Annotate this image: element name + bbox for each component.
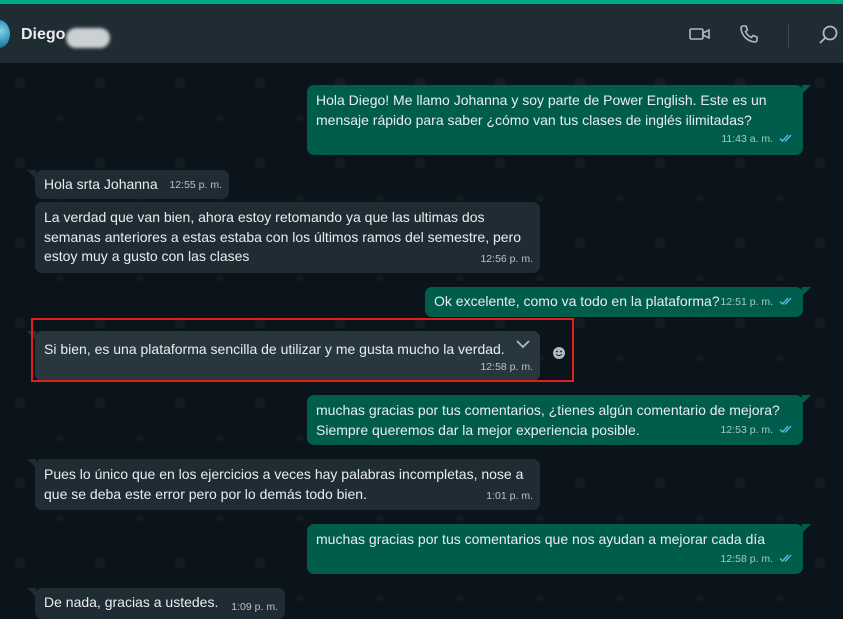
message-text: Hola Diego! Me llamo Johanna y soy parte… [316,92,767,128]
message-incoming[interactable]: Hola srta Johanna 12:55 p. m. [27,170,229,199]
message-text: muchas gracias por tus comentarios que n… [316,531,766,547]
react-emoji-icon[interactable] [549,343,569,363]
message-text: Hola srta Johanna [44,176,158,192]
message-time: 12:58 p. m. [480,360,533,373]
chevron-down-icon[interactable] [515,337,531,357]
message-incoming[interactable]: La verdad que van bien, ahora estoy reto… [35,202,540,273]
message-incoming[interactable]: De nada, gracias a ustedes. 1:09 p. m. [27,588,285,619]
message-outgoing[interactable]: Ok excelente, como va todo en la platafo… [425,287,811,317]
message-time: 1:01 p. m. [486,489,533,502]
message-time: 12:55 p. m. [169,178,222,191]
contact-name[interactable]: Diego [21,26,65,44]
bubble-tail [27,459,36,468]
message-text: Pues lo único que en los ejercicios a ve… [44,466,524,502]
bubble-tail [802,524,811,533]
bubble-tail [802,85,811,94]
message-text: De nada, gracias a ustedes. [44,594,219,610]
search-icon[interactable] [818,24,840,51]
message-time: 12:56 p. m. [480,252,533,265]
bubble-tail [27,331,36,340]
chat-panel[interactable]: Hola Diego! Me llamo Johanna y soy parte… [0,63,843,619]
message-outgoing[interactable]: muchas gracias por tus comentarios, ¿tie… [307,395,811,445]
read-ticks-icon [779,422,794,442]
redacted-name-blur [66,28,110,48]
message-text: Ok excelente, como va todo en la platafo… [434,293,720,309]
chat-header: Diego [0,4,843,63]
message-outgoing[interactable]: muchas gracias por tus comentarios que n… [307,524,811,574]
message-time: 1:09 p. m. [231,600,278,613]
read-ticks-icon [779,294,794,314]
message-time: 12:53 p. m. [720,423,774,436]
message-time: 12:51 p. m. [720,295,774,308]
read-ticks-icon [779,131,794,151]
voice-call-icon[interactable] [739,24,759,49]
message-text: muchas gracias por tus comentarios, ¿tie… [316,402,780,438]
message-time: 11:43 a. m. [721,132,774,145]
message-incoming[interactable]: Pues lo único que en los ejercicios a ve… [27,459,540,510]
message-outgoing[interactable]: Hola Diego! Me llamo Johanna y soy parte… [307,85,811,155]
message-text: Si bien, es una plataforma sencilla de u… [44,341,505,357]
contact-avatar[interactable] [0,20,10,48]
video-call-icon[interactable] [689,26,711,47]
read-ticks-icon [779,551,794,571]
bubble-tail [27,170,36,179]
header-divider [788,24,789,48]
bubble-tail [27,588,36,597]
bubble-tail [802,395,811,404]
message-text: La verdad que van bien, ahora estoy reto… [44,209,522,264]
bubble-tail [802,287,811,296]
message-time: 12:58 p. m. [720,552,774,565]
message-incoming-selected[interactable]: Si bien, es una plataforma sencilla de u… [27,331,540,381]
